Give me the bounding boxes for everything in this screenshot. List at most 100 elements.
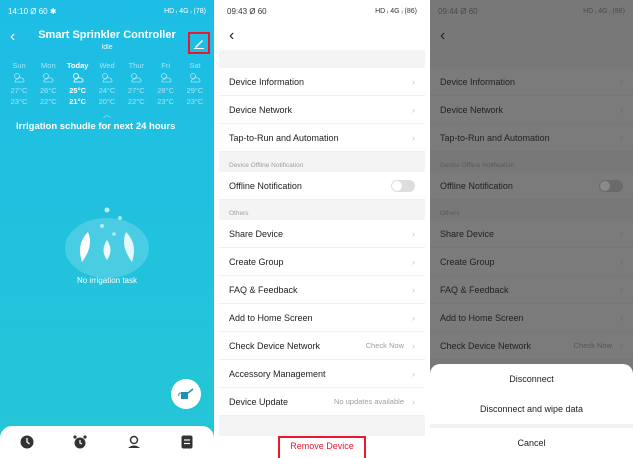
chevron-right-icon: › — [412, 132, 415, 143]
back-icon[interactable]: ‹ — [440, 27, 445, 45]
offline-notification-toggle[interactable] — [391, 179, 415, 192]
settings-item-share-device[interactable]: Share Device › — [219, 220, 425, 248]
settings-item-device-network[interactable]: Device Network › — [219, 96, 425, 124]
status-signal: HD ᵢ 4G ᵢ (86) — [375, 7, 417, 15]
partly-cloudy-icon — [94, 71, 120, 85]
low-temp: 21°C — [69, 97, 87, 106]
status-time: 09:44 — [438, 6, 459, 16]
status-time: 09:43 — [227, 6, 248, 16]
day-label: Mon — [41, 61, 56, 70]
day-label: Sun — [12, 61, 26, 70]
high-temp: 24°C — [98, 86, 116, 95]
remove-device-button[interactable]: Remove Device — [278, 436, 366, 458]
sprinkler-home-screen: 14:10 Ø 60 ✱ HD ᵢ 4G ᵢ (78) ‹ Smart Spri… — [0, 0, 214, 458]
nav-bar: ‹ — [219, 22, 425, 50]
status-icons: Ø 60 — [460, 6, 478, 16]
status-icons: Ø 60 — [249, 6, 267, 16]
clock-nav-icon[interactable] — [19, 434, 35, 450]
device-status: Idle — [101, 44, 113, 51]
forecast-day: Sat 29°C 23°C — [182, 60, 208, 107]
chevron-up-icon[interactable]: ︿ — [0, 109, 214, 119]
list-icon[interactable] — [179, 434, 195, 450]
settings-item-create-group: Create Group › — [430, 248, 633, 276]
item-label: Device Information — [229, 76, 305, 87]
low-temp: 23°C — [186, 97, 204, 106]
settings-item-create-group[interactable]: Create Group › — [219, 248, 425, 276]
chevron-right-icon: › — [620, 256, 623, 267]
chevron-right-icon: › — [412, 284, 415, 295]
status-bar: 14:10 Ø 60 ✱ HD ᵢ 4G ᵢ (78) — [0, 0, 214, 22]
user-icon[interactable] — [126, 434, 142, 450]
forecast-day: Thur 27°C 22°C — [123, 60, 149, 107]
item-label: Share Device — [440, 228, 495, 239]
chevron-right-icon: › — [620, 104, 623, 115]
settings-item-faq[interactable]: FAQ & Feedback › — [219, 276, 425, 304]
item-label: Add to Home Screen — [229, 312, 313, 323]
settings-item-add-home-screen[interactable]: Add to Home Screen › — [219, 304, 425, 332]
pencil-icon — [194, 40, 204, 49]
day-label: Today — [66, 61, 89, 70]
water-now-button[interactable] — [171, 379, 201, 409]
chevron-right-icon: › — [620, 284, 623, 295]
item-label: Device Update — [229, 396, 289, 407]
section-label-offline: Device Offline Notification — [229, 162, 304, 169]
partly-cloudy-icon — [153, 71, 179, 85]
chevron-right-icon: › — [620, 340, 623, 351]
day-label: Sat — [189, 61, 201, 70]
item-label: Create Group — [440, 256, 495, 267]
low-temp: 22°C — [39, 97, 57, 106]
nav-bar: ‹ — [430, 22, 633, 50]
chevron-right-icon: › — [620, 76, 623, 87]
low-temp: 23°C — [10, 97, 28, 106]
chevron-right-icon: › — [412, 104, 415, 115]
chevron-right-icon: › — [412, 76, 415, 87]
offline-notification-row: Offline Notification — [430, 172, 633, 200]
status-signal: HD ᵢ 4G ᵢ (78) — [164, 7, 206, 15]
settings-item-device-information: Device Information › — [430, 68, 633, 96]
item-label: Check Device Network — [229, 340, 321, 351]
high-temp: 25°C — [69, 86, 87, 95]
item-label: Check Device Network — [440, 340, 532, 351]
item-label: FAQ & Feedback — [229, 284, 298, 295]
item-label: Offline Notification — [229, 180, 302, 191]
chevron-right-icon: › — [620, 228, 623, 239]
chevron-right-icon: › — [412, 312, 415, 323]
edit-button[interactable] — [188, 32, 210, 54]
disconnect-wipe-button[interactable]: Disconnect and wipe data — [430, 394, 633, 424]
status-bar: 09:43 Ø 60 HD ᵢ 4G ᵢ (86) — [219, 0, 425, 22]
item-label: Tap-to-Run and Automation — [229, 132, 339, 143]
empty-state-text: No irrigation task — [76, 276, 138, 285]
high-temp: 26°C — [39, 86, 57, 95]
action-sheet: Disconnect Disconnect and wipe data Canc… — [430, 364, 633, 458]
item-label: Create Group — [229, 256, 284, 267]
screens: 14:10 Ø 60 ✱ HD ᵢ 4G ᵢ (78) ‹ Smart Spri… — [0, 0, 633, 458]
back-icon[interactable]: ‹ — [229, 27, 234, 45]
disconnect-button[interactable]: Disconnect — [430, 364, 633, 394]
settings-item-device-information[interactable]: Device Information › — [219, 68, 425, 96]
item-label: Tap-to-Run and Automation — [440, 132, 550, 143]
settings-item-tap-to-run[interactable]: Tap-to-Run and Automation › — [219, 124, 425, 152]
section-label-others: Others — [440, 210, 460, 217]
settings-item-accessory[interactable]: Accessory Management › — [219, 360, 425, 388]
chevron-right-icon: › — [412, 396, 415, 407]
settings-item-faq: FAQ & Feedback › — [430, 276, 633, 304]
alarm-clock-icon[interactable] — [72, 434, 88, 450]
settings-item-check-network[interactable]: Check Device Network Check Now › — [219, 332, 425, 360]
item-value: No updates available — [333, 397, 404, 406]
high-temp: 27°C — [10, 86, 28, 95]
item-label: Accessory Management — [229, 368, 326, 379]
section-label-others: Others — [229, 210, 249, 217]
offline-notification-toggle — [599, 179, 623, 192]
remove-device-area: Remove Device — [219, 436, 425, 458]
chevron-right-icon: › — [620, 312, 623, 323]
cancel-button[interactable]: Cancel — [430, 428, 633, 458]
low-temp: 22°C — [127, 97, 145, 106]
forecast-day: Fri 28°C 23°C — [153, 60, 179, 107]
forecast-day: Wed 24°C 20°C — [94, 60, 120, 107]
settings-item-device-network: Device Network › — [430, 96, 633, 124]
settings-item-device-update[interactable]: Device Update No updates available › — [219, 388, 425, 416]
status-signal: HD ᵢ 4G ᵢ (86) — [583, 7, 625, 15]
offline-notification-row: Offline Notification — [219, 172, 425, 200]
remove-device-sheet-screen: 09:44 Ø 60 HD ᵢ 4G ᵢ (86) ‹ Device Infor… — [430, 0, 633, 458]
